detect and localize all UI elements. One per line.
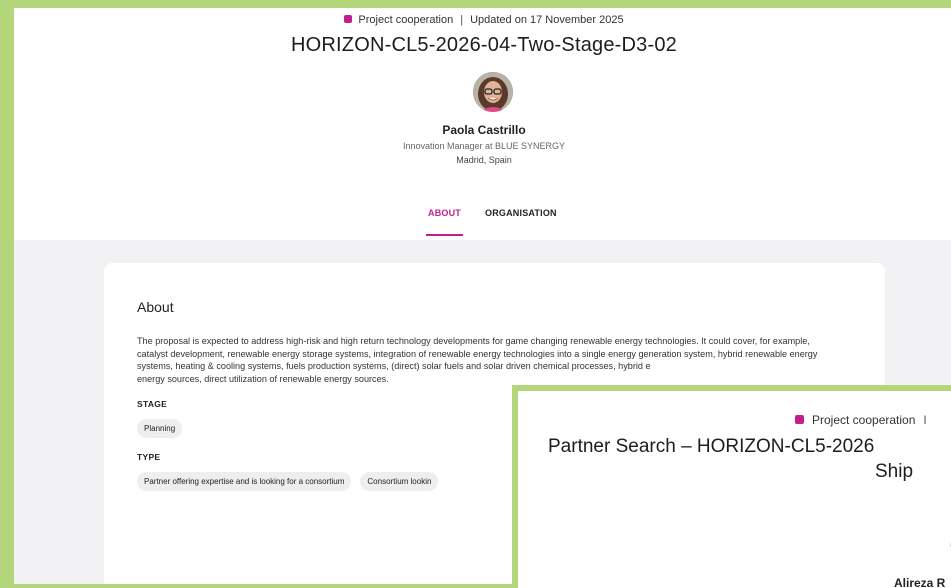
overlay-post-meta: Project cooperation I bbox=[795, 413, 927, 427]
profile-header: Project cooperation | Updated on 17 Novemb… bbox=[14, 8, 951, 240]
tab-organisation[interactable]: ORGANISATION bbox=[485, 208, 557, 234]
person-location: Madrid, Spain bbox=[456, 155, 512, 165]
updated-date: Updated on 17 November 2025 bbox=[470, 14, 624, 26]
post-meta: Project cooperation | Updated on 17 Novemb… bbox=[14, 14, 951, 26]
type-chip-consortium: Consortium lookin bbox=[360, 472, 439, 491]
about-heading: About bbox=[137, 299, 174, 315]
overlay-title-line1: Partner Search – HORIZON-CL5-2026 bbox=[548, 436, 875, 457]
meta-separator: | bbox=[460, 14, 464, 26]
overlay-person-name[interactable]: Alireza R bbox=[894, 576, 945, 588]
person-role: Innovation Manager at BLUE SYNERGY bbox=[402, 141, 566, 151]
about-text-end: energy sources, direct utilization of re… bbox=[137, 373, 389, 384]
overlay-title-line2: Ship bbox=[875, 461, 914, 482]
overlay-category-label: Project cooperation bbox=[812, 413, 916, 427]
avatar-image-icon bbox=[473, 72, 513, 112]
category-dot-icon bbox=[344, 15, 353, 23]
page-title: HORIZON-CL5-2026-04-Two-Stage-D3-02 bbox=[290, 34, 678, 56]
about-text: The proposal is expected to address high… bbox=[137, 335, 827, 385]
profile-tabs: ABOUT ORGANISATION bbox=[426, 208, 557, 236]
overlay-window: Project cooperation I Partner Search – HO… bbox=[512, 385, 951, 588]
avatar[interactable] bbox=[473, 72, 513, 112]
about-text-main: The proposal is expected to address high… bbox=[137, 336, 818, 371]
overlay-category-dot-icon bbox=[795, 415, 804, 424]
stage-chip-planning: Planning bbox=[137, 419, 183, 438]
tab-about[interactable]: ABOUT bbox=[426, 208, 463, 236]
category-label: Project cooperation bbox=[358, 14, 454, 26]
type-chip-partner-offering: Partner offering expertise and is lookin… bbox=[137, 472, 352, 491]
person-name[interactable]: Paola Castrillo bbox=[14, 123, 951, 137]
overlay-meta-separator: I bbox=[923, 413, 927, 427]
